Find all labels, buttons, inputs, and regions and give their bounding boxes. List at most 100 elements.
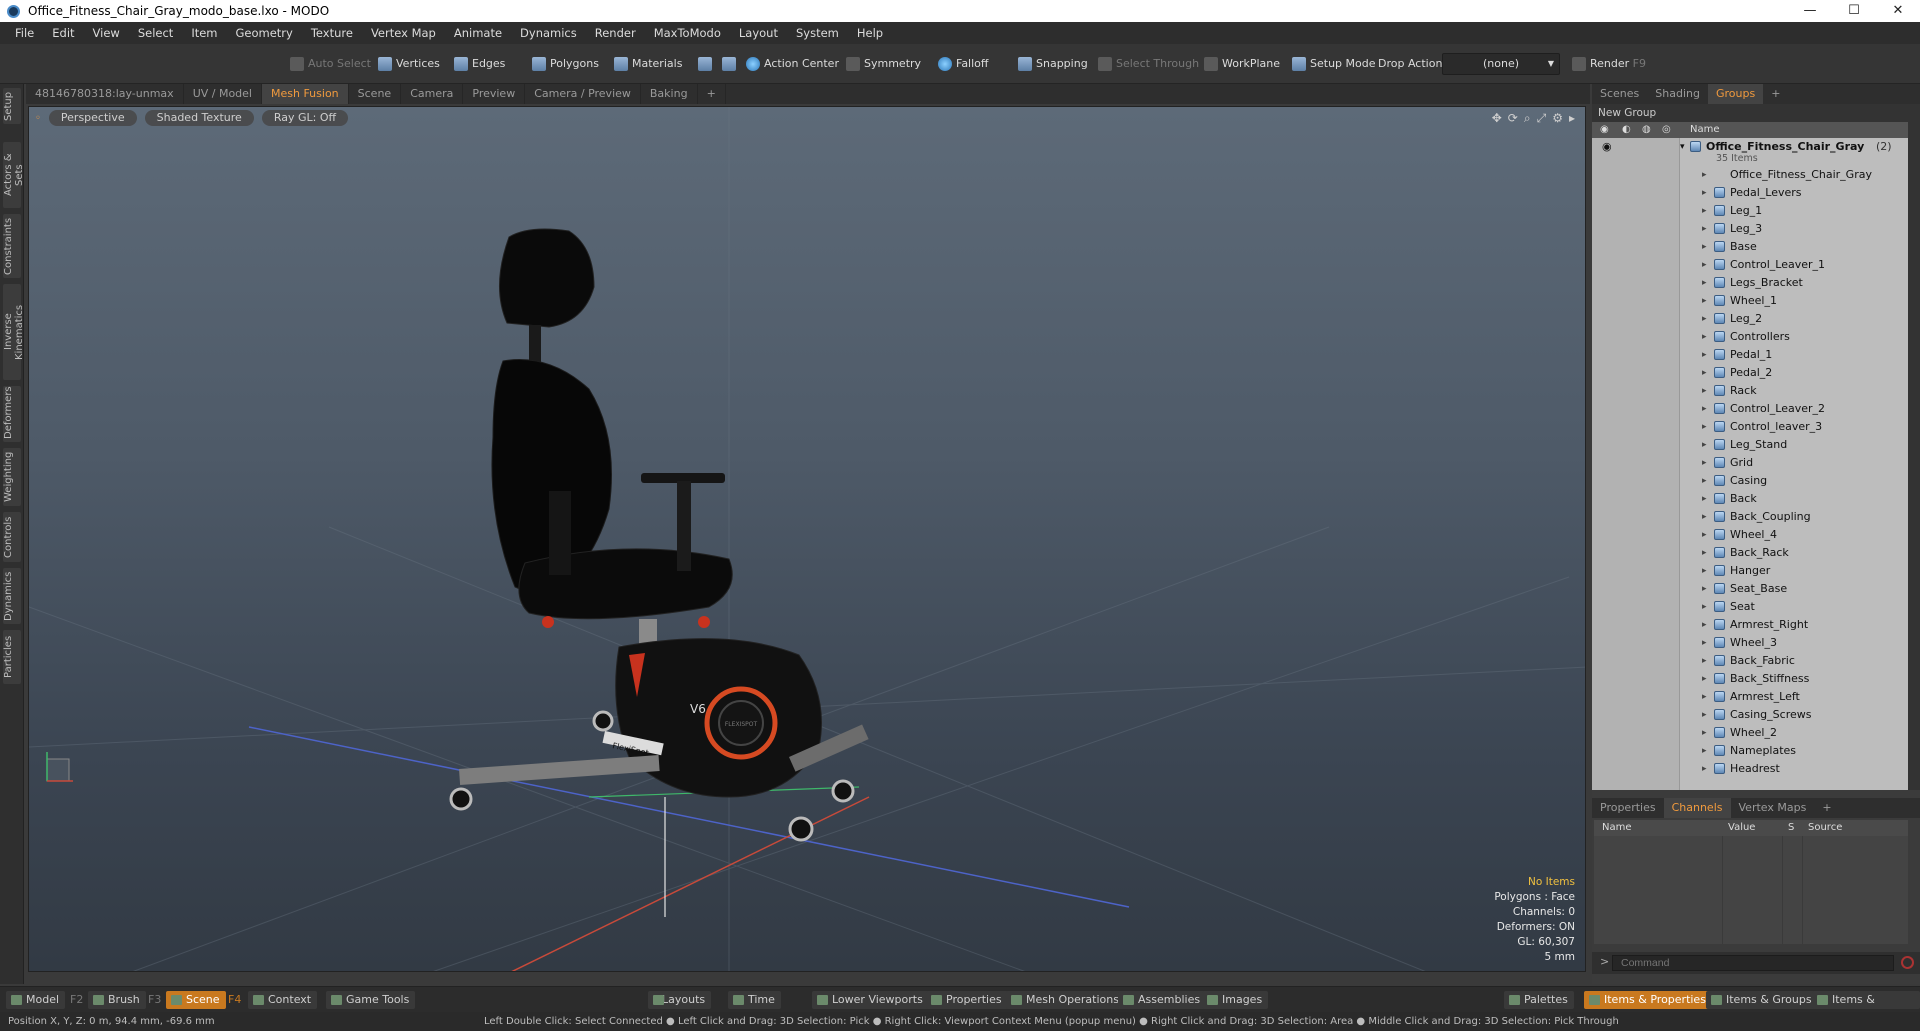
viewport-menu-icon[interactable]: ◦	[35, 113, 41, 124]
list-item[interactable]: ▸ Control_Leaver_2	[1592, 400, 1908, 418]
palettes-button[interactable]: Palettes	[1504, 991, 1574, 1009]
tab-groups[interactable]: Groups	[1707, 84, 1764, 104]
time-button[interactable]: Time	[728, 991, 781, 1009]
tab-controls[interactable]: Controls	[3, 512, 21, 562]
list-item[interactable]: ▸ Wheel_4	[1592, 526, 1908, 544]
menu-item[interactable]: Item	[182, 26, 226, 40]
action-center-button[interactable]: Action Center	[740, 53, 845, 75]
assemblies-button[interactable]: Assemblies	[1118, 991, 1207, 1009]
rotate-view-icon[interactable]: ⟳	[1508, 111, 1518, 126]
model-button[interactable]: Model	[6, 991, 66, 1009]
items-groups-button[interactable]: Items & Groups	[1706, 991, 1818, 1009]
list-item[interactable]: ▸ Legs_Bracket	[1592, 274, 1908, 292]
drop-action-select[interactable]: (none) ▼	[1442, 53, 1560, 75]
list-item[interactable]: ▸ Back_Coupling	[1592, 508, 1908, 526]
tab-layout-unmax[interactable]: 48146780318:lay-unmax	[26, 84, 184, 104]
minimize-button[interactable]: —	[1788, 0, 1832, 22]
select-through-button[interactable]: Select Through	[1092, 53, 1205, 75]
menu-select[interactable]: Select	[129, 26, 182, 40]
list-item[interactable]: ▸ Pedal_Levers	[1592, 184, 1908, 202]
menu-edit[interactable]: Edit	[43, 26, 83, 40]
tab-baking[interactable]: Baking	[641, 84, 698, 104]
tab-camera[interactable]: Camera	[401, 84, 464, 104]
close-button[interactable]: ✕	[1876, 0, 1920, 22]
tab-scenes[interactable]: Scenes	[1592, 84, 1647, 104]
menu-help[interactable]: Help	[848, 26, 892, 40]
menu-file[interactable]: File	[6, 26, 43, 40]
menu-animate[interactable]: Animate	[445, 26, 511, 40]
list-item[interactable]: ▸ Casing_Screws	[1592, 706, 1908, 724]
tab-weighting[interactable]: Weighting	[3, 448, 21, 506]
lower-viewports-button[interactable]: Lower Viewports	[812, 991, 929, 1009]
menu-maxtomodo[interactable]: MaxToModo	[645, 26, 730, 40]
context-button[interactable]: Context	[248, 991, 318, 1009]
tab-setup[interactable]: Setup	[3, 88, 21, 124]
list-item[interactable]: ▸ Leg_1	[1592, 202, 1908, 220]
list-item[interactable]: ▸ Rack	[1592, 382, 1908, 400]
raygl-toggle[interactable]: Ray GL: Off	[261, 110, 349, 126]
list-item[interactable]: ▸ Armrest_Left	[1592, 688, 1908, 706]
list-item[interactable]: ▸ Leg_2	[1592, 310, 1908, 328]
menu-texture[interactable]: Texture	[302, 26, 362, 40]
new-group-button[interactable]: New Group	[1592, 104, 1920, 122]
maximize-view-icon[interactable]: ⤢	[1537, 111, 1547, 126]
menu-render[interactable]: Render	[586, 26, 645, 40]
properties-button[interactable]: Properties	[926, 991, 1008, 1009]
layouts-button[interactable]: Layouts	[648, 991, 712, 1009]
list-item[interactable]: ▸ Leg_3	[1592, 220, 1908, 238]
tab-uv-model[interactable]: UV / Model	[184, 84, 262, 104]
tab-channels[interactable]: Channels	[1663, 798, 1731, 818]
tab-scene[interactable]: Scene	[349, 84, 402, 104]
list-item[interactable]: ▸ Wheel_1	[1592, 292, 1908, 310]
auto-select-button[interactable]: Auto Select	[284, 53, 377, 75]
list-item[interactable]: ▸ Wheel_3	[1592, 634, 1908, 652]
menu-dynamics[interactable]: Dynamics	[511, 26, 586, 40]
list-item[interactable]: ▸ Back_Rack	[1592, 544, 1908, 562]
list-item[interactable]: ▸ Hanger	[1592, 562, 1908, 580]
falloff-button[interactable]: Falloff	[932, 53, 994, 75]
brush-button[interactable]: Brush	[88, 991, 146, 1009]
tab-shading[interactable]: Shading	[1647, 84, 1708, 104]
list-item[interactable]: ▸ Armrest_Right	[1592, 616, 1908, 634]
mesh-operations-button[interactable]: Mesh Operations	[1006, 991, 1125, 1009]
zoom-view-icon[interactable]: ⌕	[1524, 111, 1531, 126]
tab-particles[interactable]: Particles	[3, 630, 21, 684]
list-item[interactable]: ▸ Pedal_1	[1592, 346, 1908, 364]
add-tab-button[interactable]: +	[698, 84, 726, 104]
materials-button[interactable]: Materials	[608, 53, 688, 75]
tab-constraints[interactable]: Constraints	[3, 214, 21, 278]
list-item[interactable]: ▸ Pedal_2	[1592, 364, 1908, 382]
items-shading-button[interactable]: Items & Shading	[1812, 991, 1920, 1024]
items-properties-button[interactable]: Items & Properties	[1584, 991, 1712, 1009]
menu-system[interactable]: System	[787, 26, 848, 40]
list-item[interactable]: ▸ Wheel_2	[1592, 724, 1908, 742]
tab-dynamics[interactable]: Dynamics	[3, 568, 21, 624]
list-item[interactable]: ▸ Headrest	[1592, 760, 1908, 778]
shading-selector[interactable]: Shaded Texture	[144, 110, 254, 126]
render-toggle-icon[interactable]: ◐	[1622, 122, 1631, 138]
list-item[interactable]: ▸ Leg_Stand	[1592, 436, 1908, 454]
game-tools-button[interactable]: Game Tools	[326, 991, 416, 1009]
command-input[interactable]	[1612, 955, 1894, 971]
tab-inverse-kinematics[interactable]: Inverse Kinematics	[3, 284, 25, 380]
tab-mesh-fusion[interactable]: Mesh Fusion	[262, 84, 349, 104]
expand-arrow-icon[interactable]: ▸	[1569, 111, 1575, 126]
list-item[interactable]: ▸ Seat_Base	[1592, 580, 1908, 598]
tab-vertex-maps[interactable]: Vertex Maps	[1731, 798, 1815, 818]
groups-scrollbar[interactable]	[1908, 122, 1920, 790]
tab-properties[interactable]: Properties	[1592, 798, 1664, 818]
visibility-eye-icon[interactable]: ◉	[1600, 122, 1609, 138]
vertices-button[interactable]: Vertices	[372, 53, 446, 75]
menu-vertex-map[interactable]: Vertex Map	[362, 26, 445, 40]
images-button[interactable]: Images	[1202, 991, 1269, 1009]
render-button[interactable]: Render F9	[1566, 53, 1652, 75]
menu-geometry[interactable]: Geometry	[227, 26, 302, 40]
symmetry-button[interactable]: Symmetry	[840, 53, 927, 75]
list-item[interactable]: ▸ Back	[1592, 490, 1908, 508]
list-item[interactable]: ▸ Office_Fitness_Chair_Gray	[1592, 166, 1908, 184]
list-item[interactable]: ▸ Casing	[1592, 472, 1908, 490]
list-item[interactable]: ▸ Seat	[1592, 598, 1908, 616]
view-settings-icon[interactable]: ⚙	[1552, 111, 1563, 126]
record-macro-icon[interactable]	[1901, 956, 1914, 969]
setup-mode-button[interactable]: Setup Mode	[1286, 53, 1381, 75]
